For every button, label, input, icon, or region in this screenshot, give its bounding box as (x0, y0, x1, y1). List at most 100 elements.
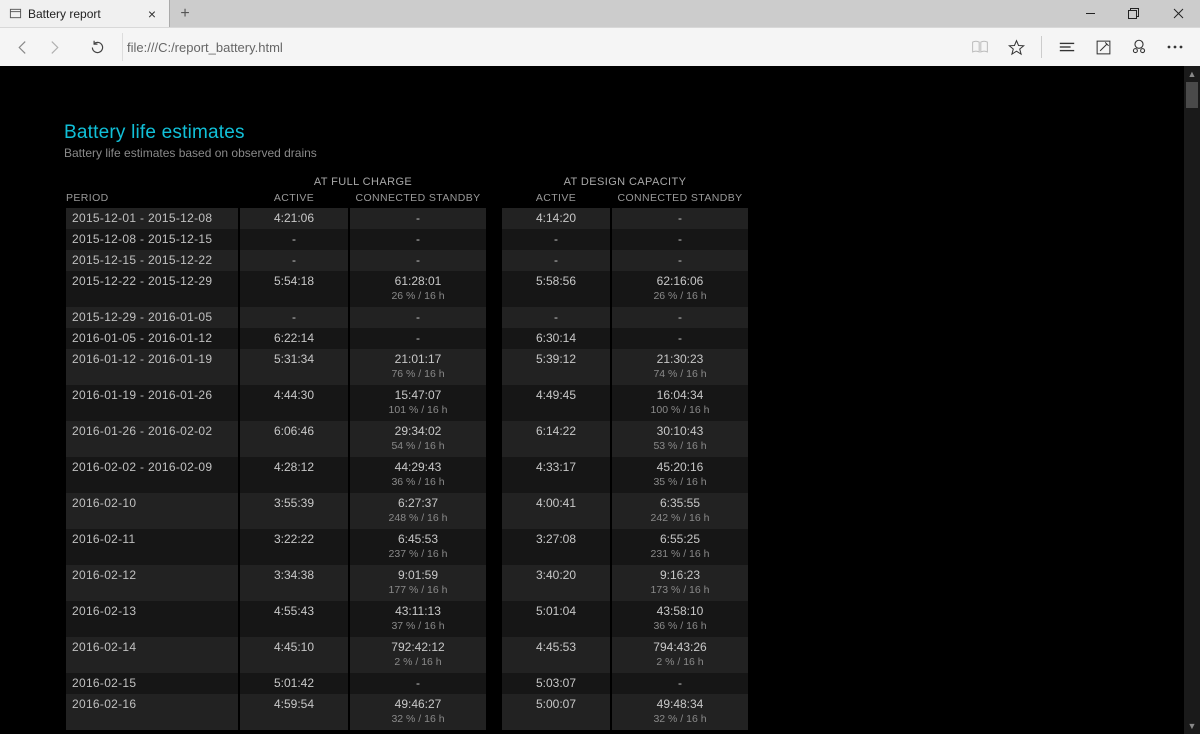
cell-design-active: 4:45:53 (502, 637, 610, 673)
header-design-cs: CONNECTED STANDBY (612, 192, 748, 208)
cell-design-active: 4:49:45 (502, 385, 610, 421)
table-row: 2016-01-26 - 2016-02-026:06:4629:34:0254… (66, 421, 748, 457)
cell-design-active: 3:27:08 (502, 529, 610, 565)
cell-design-cs: - (612, 328, 748, 349)
cell-period: 2016-02-16 (66, 694, 238, 730)
more-button[interactable] (1158, 32, 1192, 62)
cell-period: 2016-02-13 (66, 601, 238, 637)
cell-period: 2016-01-12 - 2016-01-19 (66, 349, 238, 385)
scroll-thumb[interactable] (1186, 82, 1198, 108)
cell-period: 2016-02-12 (66, 565, 238, 601)
forward-button[interactable] (38, 32, 68, 62)
cell-full-cs: - (350, 208, 486, 229)
cell-period: 2016-01-26 - 2016-02-02 (66, 421, 238, 457)
cell-full-active: 3:22:22 (240, 529, 348, 565)
cell-period: 2016-02-10 (66, 493, 238, 529)
scroll-up-arrow[interactable]: ▲ (1184, 66, 1200, 82)
table-row: 2015-12-08 - 2015-12-15---- (66, 229, 748, 250)
tab-battery-report[interactable]: Battery report × (0, 0, 170, 27)
cell-period: 2016-01-19 - 2016-01-26 (66, 385, 238, 421)
table-row: 2016-02-164:59:5449:46:2732 % / 16 h5:00… (66, 694, 748, 730)
cell-full-active: 4:44:30 (240, 385, 348, 421)
cell-design-active: - (502, 250, 610, 271)
cell-full-cs: 29:34:0254 % / 16 h (350, 421, 486, 457)
cell-full-cs: - (350, 673, 486, 694)
cell-period: 2016-02-14 (66, 637, 238, 673)
cell-period: 2015-12-22 - 2015-12-29 (66, 271, 238, 307)
webnote-button[interactable] (1086, 32, 1120, 62)
maximize-button[interactable] (1112, 0, 1156, 27)
cell-design-active: 3:40:20 (502, 565, 610, 601)
hub-button[interactable] (1050, 32, 1084, 62)
cell-period: 2015-12-01 - 2015-12-08 (66, 208, 238, 229)
cell-full-active: - (240, 250, 348, 271)
cell-design-cs: - (612, 208, 748, 229)
scroll-down-arrow[interactable]: ▼ (1184, 718, 1200, 734)
cell-design-cs: 794:43:262 % / 16 h (612, 637, 748, 673)
cell-period: 2015-12-08 - 2015-12-15 (66, 229, 238, 250)
cell-design-cs: 43:58:1036 % / 16 h (612, 601, 748, 637)
cell-full-active: 4:28:12 (240, 457, 348, 493)
table-row: 2016-02-113:22:226:45:53237 % / 16 h3:27… (66, 529, 748, 565)
cell-design-active: 6:14:22 (502, 421, 610, 457)
page-viewport: Battery life estimates Battery life esti… (0, 66, 1200, 734)
report-content: Battery life estimates Battery life esti… (0, 66, 1200, 734)
new-tab-button[interactable]: + (170, 0, 200, 27)
tab-strip: Battery report × + (0, 0, 1200, 27)
cell-design-active: 6:30:14 (502, 328, 610, 349)
cell-full-cs: - (350, 307, 486, 328)
table-row: 2016-02-144:45:10792:42:122 % / 16 h4:45… (66, 637, 748, 673)
table-row: 2016-02-02 - 2016-02-094:28:1244:29:4336… (66, 457, 748, 493)
cell-full-active: 4:21:06 (240, 208, 348, 229)
cell-full-cs: 44:29:4336 % / 16 h (350, 457, 486, 493)
cell-design-active: 5:00:07 (502, 694, 610, 730)
separator (1041, 36, 1042, 58)
refresh-button[interactable] (82, 32, 112, 62)
table-row: 2015-12-15 - 2015-12-22---- (66, 250, 748, 271)
toolbar: file:///C:/report_battery.html (0, 27, 1200, 66)
table-row: 2015-12-22 - 2015-12-295:54:1861:28:0126… (66, 271, 748, 307)
cell-full-active: 5:54:18 (240, 271, 348, 307)
cell-full-cs: 43:11:1337 % / 16 h (350, 601, 486, 637)
cell-design-active: - (502, 307, 610, 328)
table-row: 2016-02-155:01:42-5:03:07- (66, 673, 748, 694)
cell-full-active: 3:55:39 (240, 493, 348, 529)
cell-period: 2016-02-15 (66, 673, 238, 694)
cell-period: 2015-12-29 - 2016-01-05 (66, 307, 238, 328)
scrollbar[interactable]: ▲ ▼ (1184, 66, 1200, 734)
cell-design-active: 5:39:12 (502, 349, 610, 385)
header-full-charge: AT FULL CHARGE (240, 172, 486, 192)
cell-design-active: - (502, 229, 610, 250)
close-window-button[interactable] (1156, 0, 1200, 27)
cell-full-active: 5:01:42 (240, 673, 348, 694)
table-row: 2016-01-19 - 2016-01-264:44:3015:47:0710… (66, 385, 748, 421)
reading-view-button[interactable] (963, 32, 997, 62)
tab-close-button[interactable]: × (141, 6, 163, 22)
share-button[interactable] (1122, 32, 1156, 62)
section-subtitle: Battery life estimates based on observed… (64, 146, 1200, 160)
table-row: 2016-01-05 - 2016-01-126:22:14-6:30:14- (66, 328, 748, 349)
table-row: 2015-12-29 - 2016-01-05---- (66, 307, 748, 328)
minimize-button[interactable] (1068, 0, 1112, 27)
back-button[interactable] (8, 32, 38, 62)
cell-design-cs: - (612, 307, 748, 328)
cell-full-cs: 49:46:2732 % / 16 h (350, 694, 486, 730)
header-period: PERIOD (66, 192, 238, 208)
cell-period: 2015-12-15 - 2015-12-22 (66, 250, 238, 271)
cell-full-cs: 6:27:37248 % / 16 h (350, 493, 486, 529)
tab-title: Battery report (28, 7, 141, 21)
cell-full-active: 4:55:43 (240, 601, 348, 637)
cell-design-cs: 6:35:55242 % / 16 h (612, 493, 748, 529)
cell-design-active: 4:33:17 (502, 457, 610, 493)
cell-design-active: 5:58:56 (502, 271, 610, 307)
address-bar[interactable]: file:///C:/report_battery.html (122, 33, 953, 61)
favorite-button[interactable] (999, 32, 1033, 62)
header-design-capacity: AT DESIGN CAPACITY (502, 172, 748, 192)
table-row: 2016-02-123:34:389:01:59177 % / 16 h3:40… (66, 565, 748, 601)
cell-design-cs: 16:04:34100 % / 16 h (612, 385, 748, 421)
cell-design-cs: 30:10:4353 % / 16 h (612, 421, 748, 457)
cell-design-cs: - (612, 229, 748, 250)
browser-chrome: Battery report × + file:///C:/report_bat… (0, 0, 1200, 66)
table-row: 2015-12-01 - 2015-12-084:21:06-4:14:20- (66, 208, 748, 229)
cell-full-active: 5:31:34 (240, 349, 348, 385)
